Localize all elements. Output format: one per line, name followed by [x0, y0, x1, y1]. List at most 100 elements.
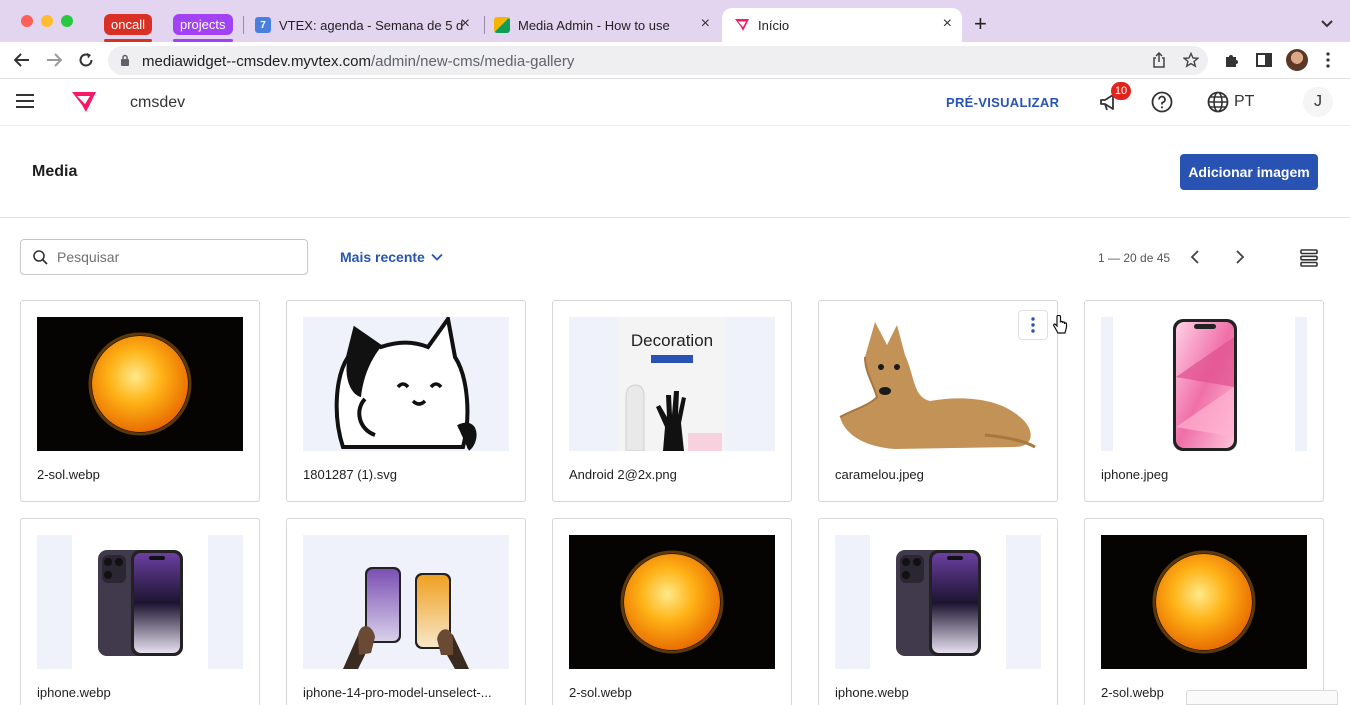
browser-menu-icon[interactable]	[1319, 51, 1337, 69]
decoration-image: Decoration	[618, 317, 726, 451]
tab-title: VTEX: agenda - Semana de 5 d	[279, 17, 464, 33]
media-card[interactable]: caramelou.jpeg	[818, 300, 1058, 502]
pagination-count: 1 — 20 de 45	[1098, 251, 1171, 265]
bookmark-star-icon[interactable]	[1182, 51, 1200, 73]
media-filename: caramelou.jpeg	[835, 467, 924, 482]
kebab-menu-icon	[1031, 317, 1035, 333]
media-filename: iphone.webp	[835, 685, 909, 700]
sun-image	[88, 332, 192, 436]
search-box[interactable]	[20, 239, 308, 275]
iphone-pink-image	[1173, 319, 1237, 451]
tab-vtex-agenda[interactable]: 7 VTEX: agenda - Semana de 5 d ×	[255, 8, 480, 42]
media-thumbnail	[835, 317, 1041, 451]
media-thumbnail	[569, 535, 775, 669]
media-thumbnail	[303, 317, 509, 451]
page-title: Media	[32, 163, 78, 180]
calendar-icon: 7	[255, 17, 271, 33]
help-icon[interactable]	[1151, 91, 1173, 118]
back-arrow-icon[interactable]	[13, 51, 31, 69]
url-path: /admin/new-cms/media-gallery	[370, 53, 575, 70]
browser-profile-avatar[interactable]	[1286, 49, 1308, 71]
vtex-icon	[734, 17, 750, 33]
media-thumbnail	[37, 535, 243, 669]
media-card[interactable]: iphone.jpeg	[1084, 300, 1324, 502]
reload-icon[interactable]	[77, 51, 95, 69]
previous-page-chevron-icon[interactable]	[1187, 249, 1203, 270]
minimize-window-button[interactable]	[41, 15, 53, 27]
tab-separator	[484, 16, 485, 34]
extensions-puzzle-icon[interactable]	[1223, 51, 1241, 69]
search-input[interactable]	[57, 246, 297, 268]
media-card[interactable]: iphone.webp	[20, 518, 260, 705]
lock-icon	[121, 54, 129, 66]
app-header: cmsdev PRÉ-VISUALIZAR 10 PT J	[0, 79, 1350, 126]
document-icon	[494, 17, 510, 33]
tab-title: Início	[758, 17, 790, 33]
decoration-heading: Decoration	[630, 331, 714, 350]
hamburger-menu-icon[interactable]	[16, 94, 34, 113]
add-image-button[interactable]: Adicionar imagem	[1180, 154, 1318, 190]
list-view-icon[interactable]	[1300, 249, 1318, 272]
close-tab-icon[interactable]: ×	[461, 16, 470, 32]
media-filename: iphone-14-pro-model-unselect-...	[303, 685, 492, 700]
media-filename: iphone.webp	[37, 685, 111, 700]
media-thumbnail	[1101, 317, 1307, 451]
iphone-purple-image	[98, 550, 183, 656]
forward-arrow-icon[interactable]	[45, 51, 63, 69]
sun-image	[1152, 550, 1256, 654]
url-text: mediawidget--cmsdev.myvtex.com/admin/new…	[142, 53, 574, 70]
share-icon[interactable]	[1152, 51, 1166, 73]
user-avatar[interactable]: J	[1303, 87, 1333, 117]
decoration-explore-button	[651, 355, 693, 363]
media-options-button[interactable]	[1018, 310, 1048, 340]
media-card[interactable]: 1801287 (1).svg	[286, 300, 526, 502]
preview-button[interactable]: PRÉ-VISUALIZAR	[946, 95, 1059, 110]
globe-icon[interactable]	[1207, 91, 1229, 118]
media-filename: 2-sol.webp	[37, 467, 100, 482]
media-card[interactable]: 2-sol.webp	[20, 300, 260, 502]
maximize-window-button[interactable]	[61, 15, 73, 27]
tab-title: Media Admin - How to use	[518, 17, 670, 33]
tab-media-admin[interactable]: Media Admin - How to use ×	[494, 8, 720, 42]
store-name: cmsdev	[130, 94, 186, 111]
close-window-button[interactable]	[21, 15, 33, 27]
sort-dropdown[interactable]: Mais recente	[340, 249, 443, 265]
search-icon	[33, 250, 48, 265]
tab-search-chevron-icon[interactable]	[1320, 16, 1334, 34]
next-page-chevron-icon[interactable]	[1232, 249, 1248, 270]
tab-separator	[243, 16, 244, 34]
language-selector[interactable]: PT	[1234, 93, 1254, 111]
media-filename: 2-sol.webp	[569, 685, 632, 700]
media-filename: Android 2@2x.png	[569, 467, 677, 482]
media-filename: 1801287 (1).svg	[303, 467, 397, 482]
media-thumbnail: Decoration	[569, 317, 775, 451]
page-header: Media Adicionar imagem	[0, 126, 1350, 218]
sort-label: Mais recente	[340, 249, 425, 265]
lucky-cat-image	[334, 317, 477, 451]
tab-group-projects[interactable]: projects	[173, 14, 233, 35]
media-card[interactable]: 2-sol.webp	[552, 518, 792, 705]
url-host: mediawidget--cmsdev.myvtex.com	[142, 53, 371, 70]
tab-group-oncall[interactable]: oncall	[104, 14, 152, 35]
media-card[interactable]: 2-sol.webp	[1084, 518, 1324, 705]
two-phones-image	[343, 567, 469, 669]
close-tab-icon[interactable]: ×	[701, 16, 710, 32]
media-card[interactable]: iphone-14-pro-model-unselect-...	[286, 518, 526, 705]
chevron-down-icon	[431, 253, 443, 261]
notification-count-badge: 10	[1111, 82, 1131, 100]
browser-address-bar: mediawidget--cmsdev.myvtex.com/admin/new…	[0, 42, 1350, 79]
media-filename: iphone.jpeg	[1101, 467, 1169, 482]
tab-inicio[interactable]: Início ×	[722, 8, 962, 42]
iphone-purple-image	[896, 550, 981, 656]
media-card[interactable]: Decoration Android 2@2x.png	[552, 300, 792, 502]
new-tab-icon[interactable]: +	[974, 13, 987, 35]
side-panel-icon[interactable]	[1255, 51, 1273, 69]
url-bar[interactable]: mediawidget--cmsdev.myvtex.com/admin/new…	[108, 46, 1208, 75]
sun-image	[620, 550, 724, 654]
media-card[interactable]: iphone.webp	[818, 518, 1058, 705]
browser-tab-bar: oncall projects 7 VTEX: agenda - Semana …	[0, 0, 1350, 42]
close-tab-icon[interactable]: ×	[943, 16, 952, 32]
media-thumbnail	[37, 317, 243, 451]
vtex-logo-icon[interactable]	[71, 91, 97, 118]
dog-image	[839, 322, 1036, 449]
